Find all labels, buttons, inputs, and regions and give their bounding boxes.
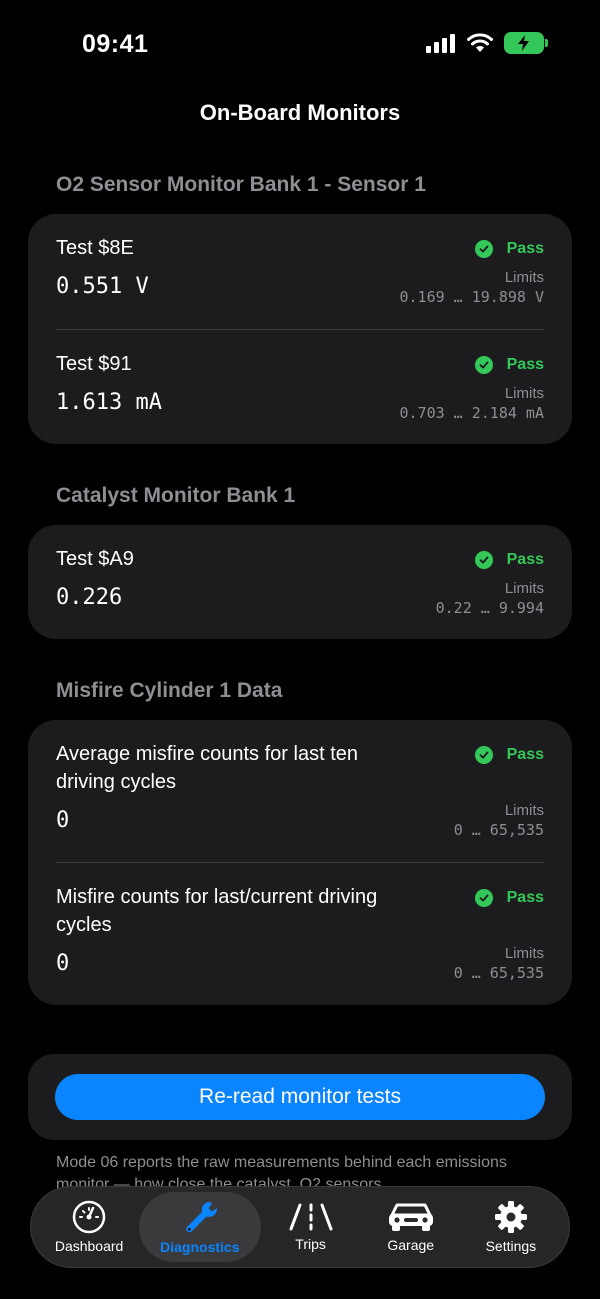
tab-label: Trips: [295, 1236, 326, 1252]
car-icon: [388, 1203, 433, 1231]
tab-bar: Dashboard Diagnostics Trips Garage Setti…: [30, 1186, 570, 1268]
limits-range: 0.703 … 2.184 mA: [399, 404, 545, 422]
status-badge: Pass: [474, 356, 544, 374]
status-time: 09:41: [82, 30, 149, 58]
test-name: Test $8E: [56, 237, 134, 259]
battery-charging-icon: [504, 32, 548, 54]
wifi-icon: [467, 33, 493, 52]
catalyst-card: Test $A9 Pass 0.226 Limits 0.22 … 9.994: [28, 525, 572, 639]
test-name: Average misfire counts for last ten driv…: [56, 743, 358, 793]
page-title: On-Board Monitors: [199, 100, 401, 125]
limits-range: 0.22 … 9.994: [435, 599, 544, 617]
tab-garage[interactable]: Garage: [361, 1192, 461, 1262]
tab-settings[interactable]: Settings: [461, 1192, 561, 1262]
tab-label: Garage: [387, 1237, 435, 1253]
tab-trips[interactable]: Trips: [261, 1192, 361, 1262]
section-header-o2-sensor: O2 Sensor Monitor Bank 1 - Sensor 1: [56, 173, 426, 196]
test-value: 0.551 V: [56, 274, 149, 299]
reread-monitor-tests-button[interactable]: Re-read monitor tests: [55, 1074, 545, 1120]
section-header-catalyst: Catalyst Monitor Bank 1: [56, 484, 296, 507]
limits-label: Limits: [504, 945, 544, 962]
test-name: Test $91: [56, 353, 132, 375]
gauge-icon: [72, 1200, 106, 1234]
o2-sensor-card: Test $8E Pass 0.551 V Limits 0.169 … 19.…: [28, 214, 572, 444]
status-badge: Pass: [474, 551, 544, 569]
tab-dashboard[interactable]: Dashboard: [39, 1192, 139, 1262]
checkmark-icon: [474, 551, 493, 569]
status-badge: Pass: [474, 746, 544, 764]
status-icons: [426, 32, 548, 54]
test-name: Test $A9: [56, 548, 134, 570]
section-header-misfire: Misfire Cylinder 1 Data: [56, 679, 283, 702]
test-value: 1.613 mA: [56, 390, 162, 415]
checkmark-icon: [474, 240, 493, 258]
wrench-icon: [186, 1201, 217, 1233]
test-value: 0.226: [56, 585, 123, 610]
test-value: 0: [56, 951, 70, 976]
gear-icon: [494, 1201, 527, 1233]
limits-range: 0 … 65,535: [453, 821, 544, 839]
test-row[interactable]: Misfire counts for last/current driving …: [28, 862, 572, 1005]
limits-label: Limits: [504, 269, 544, 286]
limits-label: Limits: [504, 580, 544, 597]
cellular-signal-icon: [426, 34, 455, 53]
status-badge: Pass: [474, 240, 544, 258]
test-row[interactable]: Test $A9 Pass 0.226 Limits 0.22 … 9.994: [28, 525, 572, 639]
test-name: Misfire counts for last/current driving …: [56, 886, 378, 936]
tab-label: Dashboard: [54, 1238, 124, 1254]
limits-range: 0 … 65,535: [453, 964, 544, 982]
checkmark-icon: [474, 889, 493, 907]
test-row[interactable]: Test $91 Pass 1.613 mA Limits 0.703 … 2.…: [28, 329, 572, 444]
limits-range: 0.169 … 19.898 V: [399, 288, 545, 306]
checkmark-icon: [474, 356, 493, 374]
road-icon: [289, 1203, 333, 1231]
misfire-card: Average misfire counts for last ten driv…: [28, 720, 572, 1005]
limits-label: Limits: [504, 802, 544, 819]
limits-label: Limits: [504, 385, 544, 402]
test-row[interactable]: Test $8E Pass 0.551 V Limits 0.169 … 19.…: [28, 214, 572, 329]
test-row[interactable]: Average misfire counts for last ten driv…: [28, 720, 572, 862]
tab-label: Settings: [485, 1238, 537, 1254]
tab-label: Diagnostics: [160, 1239, 240, 1255]
action-card: Re-read monitor tests: [28, 1054, 572, 1140]
tab-diagnostics[interactable]: Diagnostics: [139, 1192, 261, 1262]
status-badge: Pass: [474, 889, 544, 907]
status-bar: 09:41: [0, 0, 600, 90]
test-value: 0: [56, 808, 70, 833]
checkmark-icon: [474, 746, 493, 764]
